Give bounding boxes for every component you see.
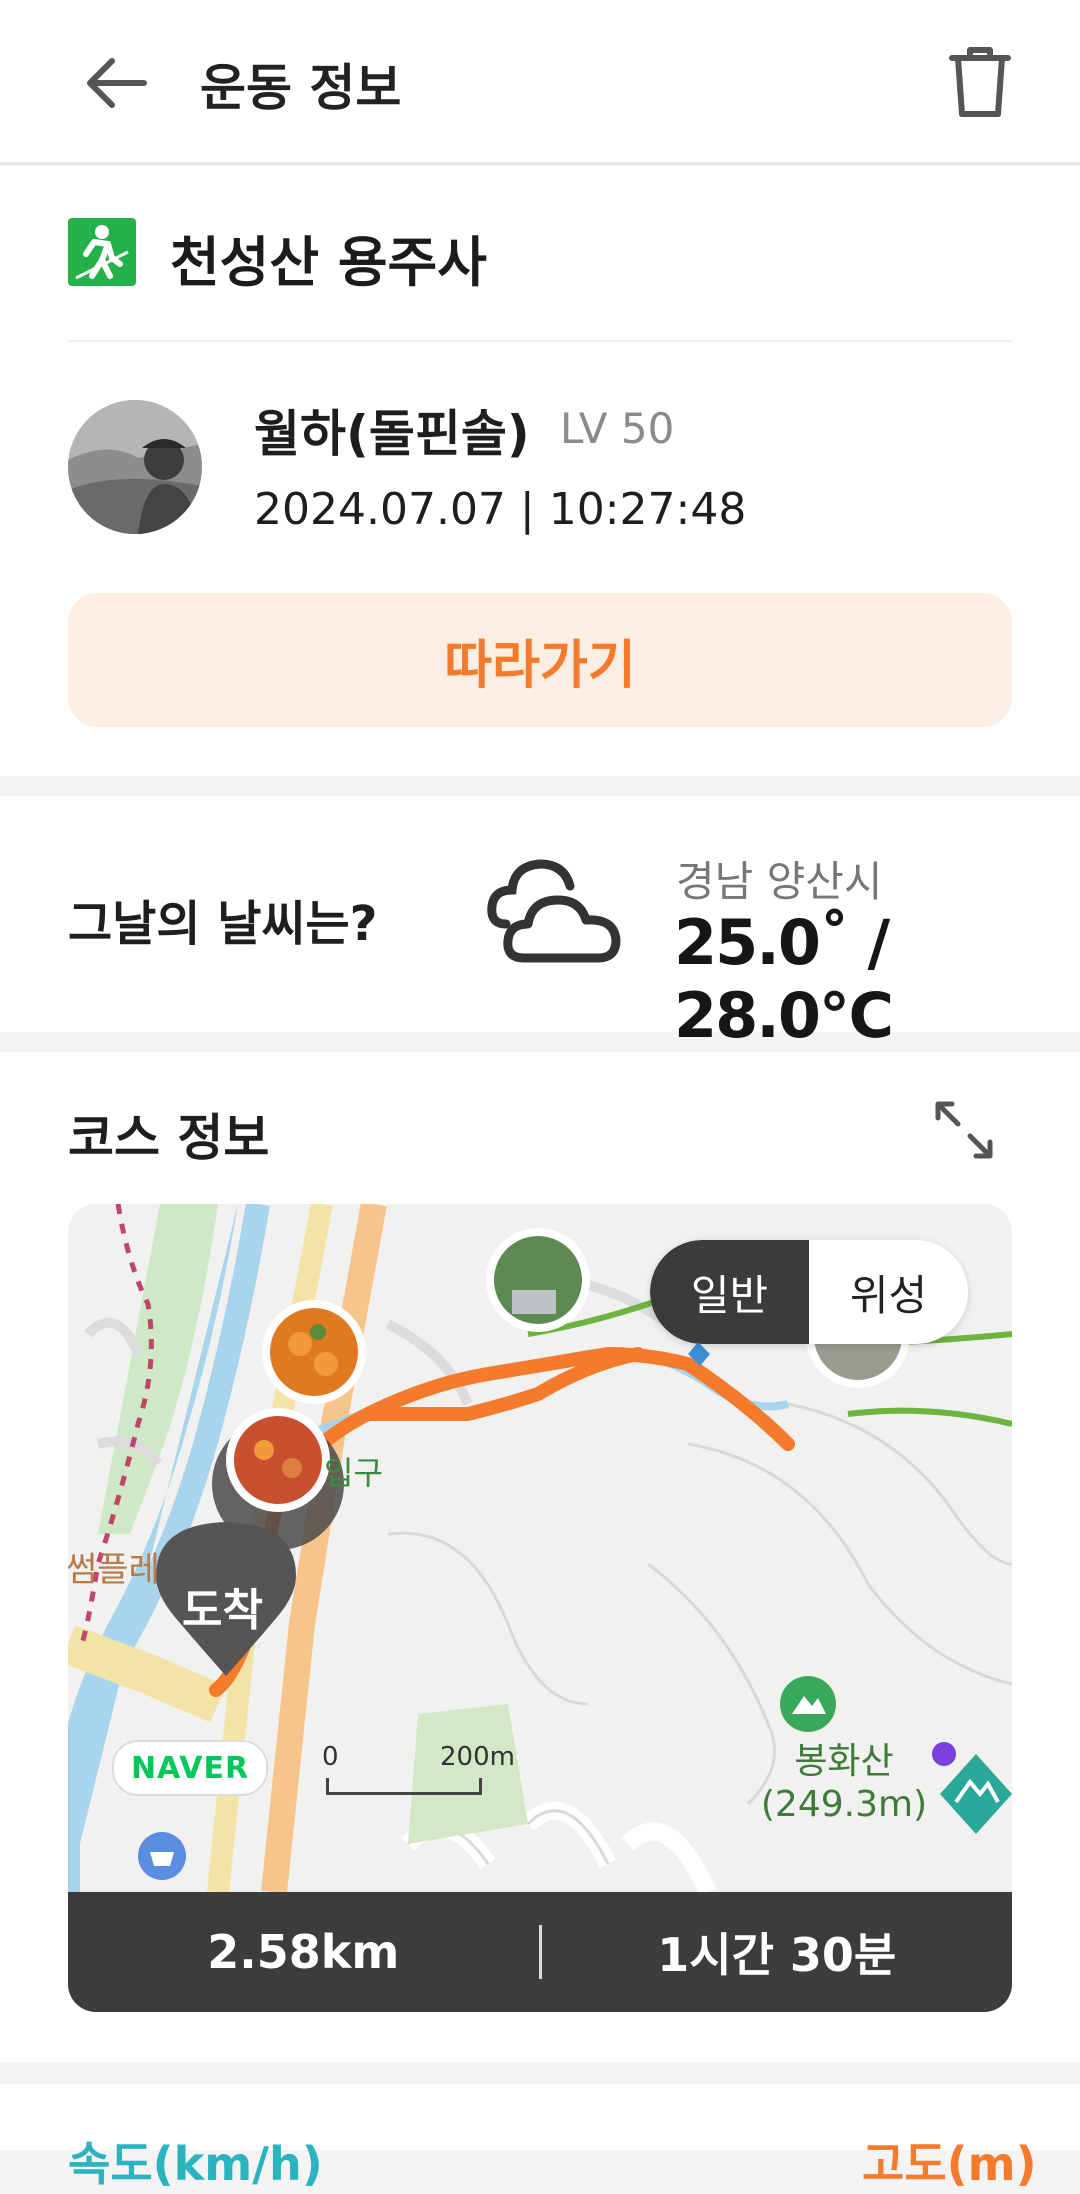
map-label-entrance: 입구 (324, 1454, 383, 1492)
arrow-left-icon (87, 58, 147, 108)
peak-name: 봉화산 (794, 1741, 894, 1782)
course-info-card: 코스 정보 일반 위성 입구 썸플레 도착 NAVER 0 200m 봉화산 (… (0, 1052, 1080, 2062)
course-stats-bar: 2.58km 1시간 30분 (68, 1892, 1012, 2012)
scale-end-label: 200m (440, 1742, 515, 1772)
follow-button[interactable]: 따라가기 (68, 593, 1012, 727)
map-type-toggle[interactable]: 일반 위성 (650, 1240, 968, 1344)
map-type-satellite-option[interactable]: 위성 (809, 1240, 968, 1344)
workout-datetime: 2024.07.07 | 10:27:48 (254, 484, 747, 535)
map-label-place: 썸플레 (68, 1550, 160, 1590)
peak-height: (249.3m) (760, 1784, 928, 1825)
map-scale-bar (326, 1778, 482, 1795)
hiking-icon (68, 218, 136, 286)
weather-question: 그날의 날씨는? (68, 896, 378, 952)
user-level: LV 50 (560, 404, 675, 453)
speed-label: 속도(km/h) (68, 2137, 323, 2191)
back-button[interactable] (78, 50, 154, 116)
app-bar: 운동 정보 (0, 0, 1080, 165)
summary-card: 천성산 용주사 월하(돌핀솔) LV 50 2024.07.07 | 10:27… (0, 166, 1080, 776)
map-type-normal-option[interactable]: 일반 (650, 1240, 809, 1344)
arrival-marker-label: 도착 (182, 1585, 263, 1636)
distance-value: 2.58km (207, 1925, 400, 1979)
delete-button[interactable] (944, 44, 1016, 120)
trash-icon (949, 47, 1011, 117)
weather-card: 그날의 날씨는? 경남 양산시 25.0˚ / 28.0℃ (0, 796, 1080, 1052)
naver-logo[interactable]: NAVER (112, 1740, 268, 1796)
weather-temperature: 25.0˚ / 28.0℃ (674, 906, 894, 1052)
user-name: 월하(돌핀솔) (254, 405, 530, 463)
divider (68, 340, 1012, 342)
scale-start-label: 0 (322, 1742, 339, 1772)
course-name: 천성산 용주사 (170, 231, 487, 294)
weather-location: 경남 양산시 (676, 857, 883, 906)
expand-button[interactable] (928, 1094, 1000, 1166)
altitude-label: 고도(m) (862, 2137, 1037, 2191)
course-map[interactable]: 일반 위성 입구 썸플레 도착 NAVER 0 200m 봉화산 (249.3m… (68, 1204, 1012, 1892)
page-title: 운동 정보 (200, 59, 402, 117)
cloud-icon (484, 854, 624, 970)
avatar[interactable] (68, 400, 202, 534)
chart-card: 속도(km/h) 고도(m) (0, 2084, 1080, 2191)
expand-icon (935, 1101, 993, 1159)
duration-value: 1시간 30분 (657, 1928, 897, 1982)
section-title: 코스 정보 (68, 1109, 270, 1167)
